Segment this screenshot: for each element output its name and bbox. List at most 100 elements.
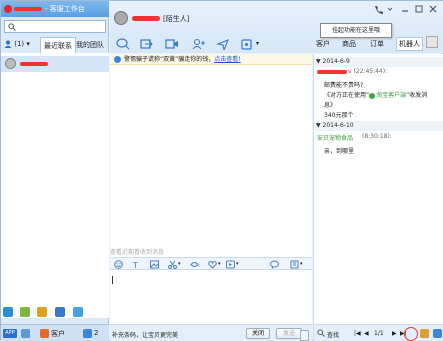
prev-page-icon[interactable]: ◀ [364, 330, 369, 337]
chevron-down-icon[interactable]: ▾ [178, 261, 181, 267]
grid-icon[interactable] [21, 329, 30, 338]
maximize-icon[interactable] [415, 5, 423, 13]
message-time: (8:30:18): [362, 133, 392, 140]
svg-text:T: T [132, 261, 138, 269]
chevron-down-icon[interactable]: ▾ [300, 261, 303, 267]
plugin-icon[interactable] [3, 307, 13, 317]
tab-products[interactable]: 商品 [342, 39, 356, 49]
title-bar: - 客服工作台 [1, 1, 109, 17]
sender-name: 安贝宠物食品 [317, 135, 354, 142]
message-text: 340元那个 [324, 112, 354, 119]
image-icon[interactable] [150, 260, 159, 269]
message-text-part: 《对方正在使用“ [324, 92, 370, 99]
chevron-down-icon: ▾ [26, 40, 30, 48]
video-icon[interactable] [165, 38, 179, 50]
highlight-marker [404, 327, 418, 341]
heart-icon[interactable] [208, 260, 217, 269]
settings-icon[interactable] [433, 329, 442, 338]
message-text: 亲，到哪里 [324, 148, 355, 155]
chevron-down-icon[interactable]: ▾ [256, 40, 259, 47]
security-notice: 警惕骗子谎称“双黄”骗走你的钱，点击查看! [110, 54, 312, 65]
share-icon[interactable] [140, 38, 154, 50]
tab-orders[interactable]: 订单 [370, 39, 384, 49]
next-page-icon[interactable]: ▶ [392, 330, 397, 337]
date-separator: ▼ 2014-6-10 [314, 121, 443, 131]
left-bottom-bar: APP 客户 2 [1, 324, 109, 341]
message-time: v (22:45:44): [348, 68, 388, 75]
shield-icon [369, 92, 376, 99]
customers-label[interactable]: 客户 [51, 329, 65, 339]
search-input[interactable] [4, 20, 106, 33]
chat-toolbar: ▾ [110, 37, 320, 53]
workbench-window: - 客服工作台 (1) ▾ 最近联系 我的团队 APP 客户 2 [陌生人] 挂… [0, 0, 443, 341]
search-icon[interactable] [317, 329, 325, 337]
message-input[interactable] [110, 271, 312, 323]
date-label: 2014-6-10 [322, 122, 354, 129]
app-icon[interactable] [240, 38, 254, 50]
plugin-icon[interactable] [73, 307, 83, 317]
plugin-icon[interactable] [55, 307, 65, 317]
history-bottom-bar: 查找 |◀ ◀ 1/1 ▶ ▶| [314, 324, 443, 341]
export-icon[interactable] [420, 329, 429, 338]
contact-list [1, 53, 109, 318]
customer-icon[interactable] [40, 329, 49, 338]
plugin-bar [3, 307, 107, 319]
notice-link[interactable]: 点击查看! [214, 56, 240, 63]
tab-recent[interactable]: 最近联系 [40, 37, 76, 53]
quick-reply-icon[interactable] [270, 260, 279, 269]
hang-up-tooltip: 挂起功能在这里哦 [320, 23, 392, 38]
record-icon[interactable] [226, 260, 235, 269]
input-toolbar: T ▾ ▾ ▾ ▾ [110, 257, 312, 270]
speech-icon[interactable] [116, 38, 130, 50]
shake-icon[interactable] [190, 260, 199, 269]
chat-panel: 警惕骗子谎称“双黄”骗走你的钱，点击查看! 查看近期看收到消息 T ▾ ▾ ▾ … [110, 54, 312, 341]
find-label[interactable]: 查找 [327, 330, 339, 339]
history-panel: ▼ 2014-6-9 v (22:45:44): 邮费能不贵吗? 《对方正在使用… [313, 54, 443, 341]
history-icon[interactable] [290, 260, 299, 269]
tab-online-users[interactable]: (1) ▾ [4, 40, 30, 48]
send-button[interactable]: 发送 [276, 328, 309, 341]
tab-team[interactable]: 我的团队 [76, 40, 104, 50]
emoji-icon[interactable] [114, 260, 123, 269]
list-item[interactable] [1, 56, 109, 72]
redacted-contact-name [132, 16, 160, 21]
history-hint: 查看近期看收到消息 [110, 249, 165, 256]
message-text: 邮费能不贵吗? [324, 82, 364, 89]
date-label: 2014-6-9 [322, 58, 350, 65]
chevron-down-icon[interactable]: ▾ [218, 261, 221, 267]
message-text: 息》 [324, 102, 337, 109]
message-text-part: ”收发消 [406, 92, 428, 99]
message-icon[interactable] [83, 329, 92, 338]
info-icon [114, 56, 121, 63]
text-caret [112, 276, 113, 284]
font-icon[interactable]: T [132, 260, 141, 269]
close-icon[interactable] [429, 5, 437, 13]
client-link[interactable]: 淘宝客户端 [376, 92, 406, 99]
tab-robot[interactable]: 机器人 [396, 37, 423, 51]
chevron-down-icon[interactable] [387, 7, 393, 11]
chat-header: [陌生人] 挂起功能在这里哦 ▾ 客户 商品 订单 机器人 [110, 1, 443, 53]
scissors-icon[interactable] [168, 260, 177, 269]
send-file-icon[interactable] [216, 38, 230, 50]
phone-icon[interactable] [375, 6, 383, 14]
app-center-button[interactable]: APP [3, 329, 17, 338]
search-icon [8, 23, 16, 31]
plugin-icon[interactable] [37, 307, 47, 317]
page-indicator: 1/1 [374, 330, 384, 337]
redacted-account-name [14, 7, 42, 11]
app-logo-icon [4, 5, 12, 13]
redacted-sender-name [317, 70, 347, 74]
chevron-down-icon[interactable]: ▾ [236, 261, 239, 267]
notice-text: 警惕骗子谎称“双黄”骗走你的钱， [124, 56, 215, 63]
add-user-icon[interactable] [192, 38, 206, 50]
online-user-count: (1) [14, 40, 25, 48]
tab-customer[interactable]: 客户 [316, 39, 330, 49]
message-count: 2 [94, 329, 99, 337]
window-title: - 客服工作台 [45, 5, 85, 13]
plugin-icon[interactable] [20, 307, 30, 317]
close-button[interactable]: 关闭 [246, 328, 270, 339]
chat-bottom-bar: 补充条码，让宝贝更完美 关闭 发送 [110, 324, 312, 341]
first-page-icon[interactable]: |◀ [354, 330, 361, 337]
panel-toggle-icon[interactable] [426, 36, 438, 48]
avatar [5, 58, 16, 69]
